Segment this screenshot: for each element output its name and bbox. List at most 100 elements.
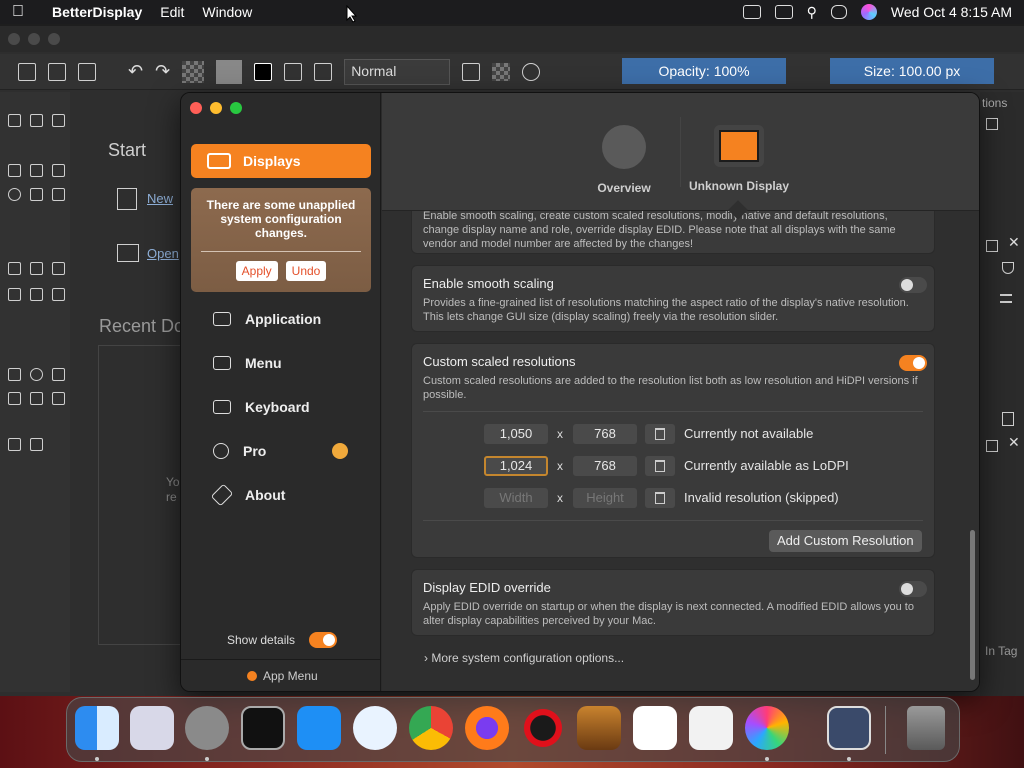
gradient-tool-icon[interactable] [8, 288, 21, 301]
custom-resolutions-toggle[interactable] [899, 355, 927, 371]
delete-resolution-button[interactable] [645, 456, 675, 476]
fill-tool-icon[interactable] [52, 288, 65, 301]
tab-unknown-display[interactable]: Unknown Display [689, 125, 789, 193]
redo-icon[interactable]: ↷ [155, 61, 170, 82]
path-tool-icon[interactable] [52, 114, 65, 127]
zoom-tool-icon[interactable] [8, 438, 21, 451]
rectangle-tool-icon[interactable] [52, 164, 65, 177]
editor-minimize-dot[interactable] [28, 33, 40, 45]
add-custom-resolution-button[interactable]: Add Custom Resolution [769, 530, 922, 552]
firefox-icon[interactable] [465, 706, 509, 750]
float-panel-icon-2[interactable] [986, 240, 998, 252]
delete-icon[interactable] [1002, 412, 1014, 426]
app-store-icon[interactable] [297, 706, 341, 750]
size-slider[interactable]: Size: 100.00 px [830, 58, 994, 84]
apply-button[interactable]: Apply [235, 261, 278, 281]
grid-icon[interactable] [314, 62, 333, 81]
keyboard-status-icon[interactable] [742, 5, 761, 19]
sidebar-item-keyboard[interactable]: Keyboard [213, 399, 310, 415]
open-folder-icon[interactable] [48, 62, 66, 81]
trash-icon[interactable] [907, 706, 945, 750]
delete-resolution-button[interactable] [645, 488, 675, 508]
apple-menu-icon[interactable]:  [12, 3, 38, 21]
control-center-icon[interactable] [830, 5, 847, 19]
brush-presets-icon[interactable] [284, 62, 303, 81]
app-menu-button[interactable]: App Menu [247, 669, 318, 683]
color-picker-tool-icon[interactable] [30, 288, 43, 301]
editor-close-dot[interactable] [8, 33, 20, 45]
opera-icon[interactable] [521, 706, 565, 750]
close-window-button[interactable] [190, 102, 202, 114]
chrome-icon[interactable] [409, 706, 453, 750]
menu-clock[interactable]: Wed Oct 4 8:15 AM [891, 4, 1012, 20]
new-document-icon[interactable] [18, 62, 36, 81]
spotlight-search-icon[interactable]: ⚲ [807, 4, 817, 21]
sidebar-item-about[interactable]: About [210, 483, 285, 507]
close-panel-icon[interactable]: ✕ [1008, 234, 1020, 251]
resolution-width-input[interactable]: Width [484, 488, 548, 508]
crop-tool-icon[interactable] [52, 262, 65, 275]
color-swatch-icon[interactable] [254, 62, 273, 81]
rect-select-tool-icon[interactable] [8, 368, 21, 381]
similar-select-tool-icon[interactable] [52, 392, 65, 405]
new-file-link[interactable]: New [147, 191, 173, 206]
resolution-height-input[interactable]: 768 [573, 456, 637, 476]
resolution-height-input[interactable]: Height [573, 488, 637, 508]
menu-edit[interactable]: Edit [160, 4, 184, 20]
eraser-icon[interactable] [462, 62, 481, 81]
garageband-icon[interactable] [577, 706, 621, 750]
resolution-width-input[interactable]: 1,024 [484, 456, 548, 476]
more-options-disclosure[interactable]: › More system configuration options... [424, 651, 624, 665]
minimize-window-button[interactable] [210, 102, 222, 114]
blend-mode-select[interactable]: Normal [344, 58, 451, 85]
poly-select-tool-icon[interactable] [52, 368, 65, 381]
delete-resolution-button[interactable] [645, 424, 675, 444]
undo-button[interactable]: Undo [285, 261, 327, 281]
alpha-lock-icon[interactable] [492, 62, 511, 81]
safari-icon[interactable] [353, 706, 397, 750]
sidebar-item-application[interactable]: Application [213, 311, 321, 327]
betterdisplay-icon[interactable] [827, 706, 871, 750]
float-panel-icon-3[interactable] [986, 440, 998, 452]
tab-overview[interactable]: Overview [594, 125, 654, 195]
hamburger-menu-icon[interactable] [1000, 294, 1012, 303]
show-details-toggle[interactable] [309, 632, 337, 648]
undo-icon[interactable]: ↶ [128, 61, 143, 82]
move-tool-icon[interactable] [30, 262, 43, 275]
sidebar-item-menu[interactable]: Menu [213, 355, 282, 371]
reload-icon[interactable] [522, 62, 541, 81]
float-panel-icon[interactable] [986, 118, 998, 130]
select-tool-icon[interactable] [8, 114, 21, 127]
save-icon[interactable] [78, 62, 96, 81]
smooth-scaling-toggle[interactable] [899, 277, 927, 293]
polygon-tool-icon[interactable] [30, 188, 43, 201]
sidebar-item-pro[interactable]: Pro [213, 443, 266, 459]
sidebar-item-displays[interactable]: Displays [191, 144, 371, 178]
textedit-icon[interactable] [689, 706, 733, 750]
close-panel-icon-2[interactable]: ✕ [1008, 434, 1020, 451]
editor-zoom-dot[interactable] [48, 33, 60, 45]
text-tool-icon[interactable] [30, 114, 43, 127]
pattern-icon[interactable] [216, 59, 243, 84]
ellipse-tool-icon[interactable] [8, 188, 21, 201]
open-file-link[interactable]: Open [147, 246, 179, 261]
menu-window[interactable]: Window [202, 4, 252, 20]
menu-app-name[interactable]: BetterDisplay [52, 4, 142, 20]
polyline-tool-icon[interactable] [52, 188, 65, 201]
ellipse-select-tool-icon[interactable] [30, 368, 43, 381]
resolution-height-input[interactable]: 768 [573, 424, 637, 444]
lasso-tool-icon[interactable] [8, 392, 21, 405]
line-tool-icon[interactable] [30, 164, 43, 177]
edid-override-toggle[interactable] [899, 581, 927, 597]
zoom-window-button[interactable] [230, 102, 242, 114]
terminal-icon[interactable] [241, 706, 285, 750]
launchpad-icon[interactable] [130, 706, 174, 750]
opacity-slider[interactable]: Opacity: 100% [622, 58, 786, 84]
pixelmator-icon[interactable] [745, 706, 789, 750]
brush-tool-icon[interactable] [8, 164, 21, 177]
resolution-width-input[interactable]: 1,050 [484, 424, 548, 444]
finder-icon[interactable] [75, 706, 119, 750]
siri-icon[interactable] [860, 4, 877, 20]
gradient-icon[interactable] [182, 60, 205, 83]
content-scrollbar[interactable] [970, 530, 975, 680]
